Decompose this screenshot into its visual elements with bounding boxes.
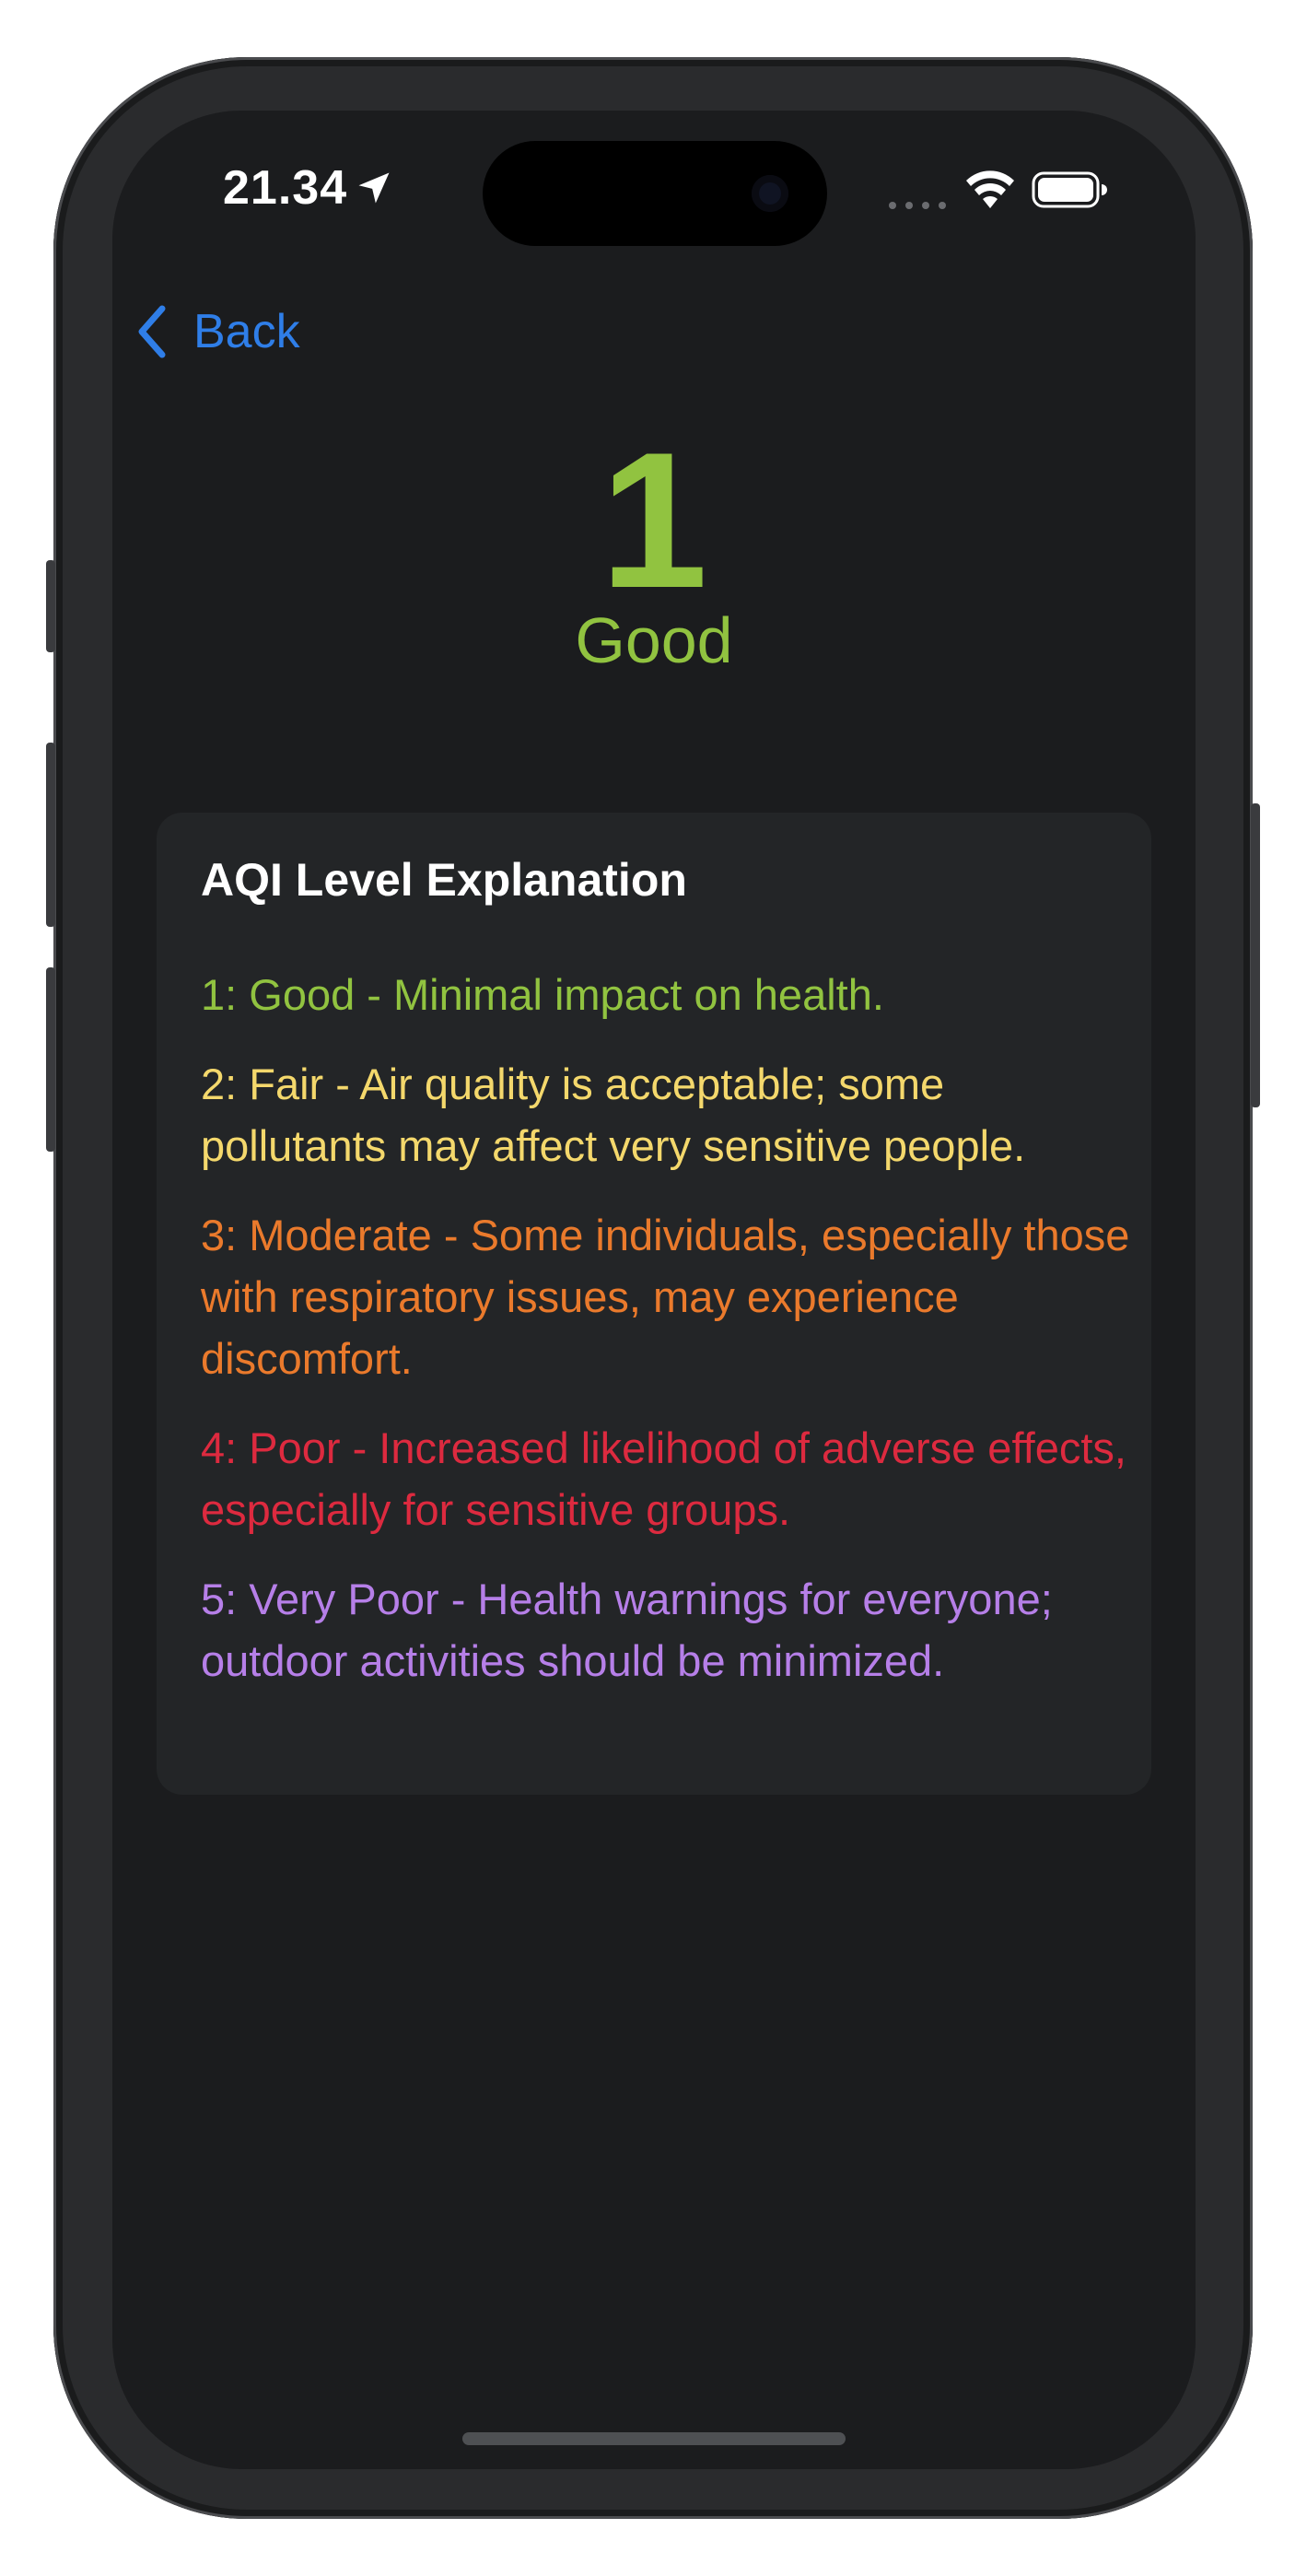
home-indicator[interactable] xyxy=(462,2432,846,2445)
aqi-category-label: Good xyxy=(575,604,733,676)
camera-icon xyxy=(752,175,788,212)
battery-icon xyxy=(1032,171,1107,208)
wifi-icon xyxy=(966,170,1014,208)
aqi-value: 1 xyxy=(600,412,708,628)
aqi-level-item: 4: Poor - Increased likelihood of advers… xyxy=(201,1423,1126,1534)
cellular-signal-icon xyxy=(889,202,946,209)
status-time: 21.34 xyxy=(223,161,348,215)
chevron-left-icon xyxy=(138,305,166,358)
back-button[interactable]: Back xyxy=(133,295,300,369)
aqi-explanation-card: AQI Level Explanation 1: Good - Minimal … xyxy=(157,813,1151,1795)
card-title: AQI Level Explanation xyxy=(201,854,687,906)
volume-up-button xyxy=(46,743,55,927)
app-screen: 21.34 Back 1 Good AQI Level Explanation … xyxy=(112,111,1196,2469)
power-button xyxy=(1251,803,1260,1107)
dynamic-island xyxy=(483,141,827,246)
volume-down-button xyxy=(46,967,55,1152)
aqi-level-list: 1: Good - Minimal impact on health. 2: F… xyxy=(201,964,1131,1719)
aqi-level-item: 2: Fair - Air quality is acceptable; som… xyxy=(201,1060,1026,1170)
aqi-level-item: 3: Moderate - Some individuals, especial… xyxy=(201,1211,1130,1383)
back-label: Back xyxy=(193,305,300,358)
aqi-level-item: 1: Good - Minimal impact on health. xyxy=(201,970,884,1019)
aqi-level-item: 5: Very Poor - Health warnings for every… xyxy=(201,1575,1053,1685)
action-button xyxy=(46,560,55,652)
location-arrow-icon xyxy=(358,172,390,204)
